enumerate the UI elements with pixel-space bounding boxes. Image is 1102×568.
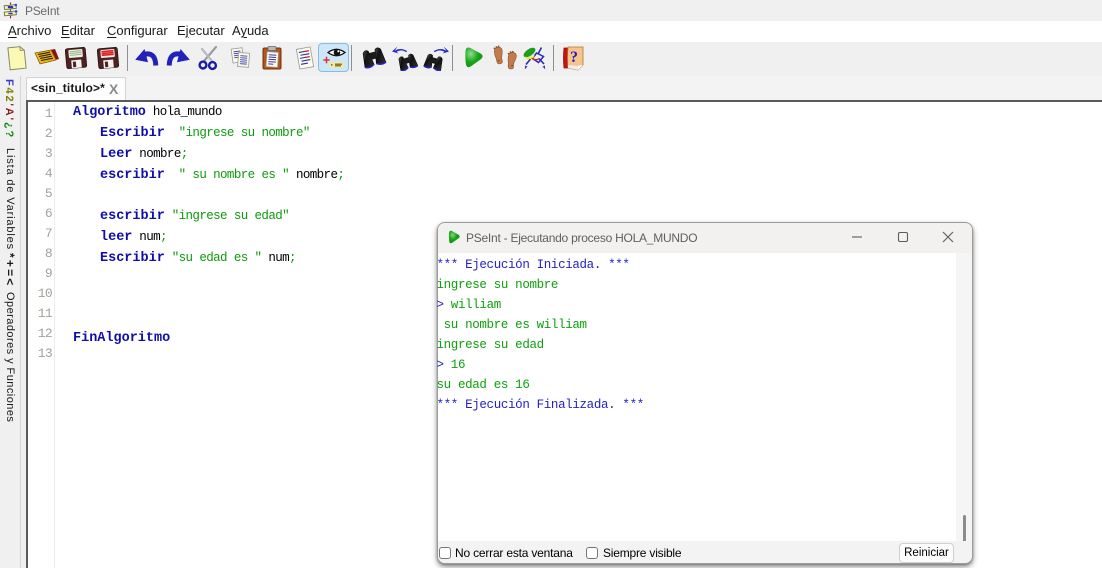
svg-text:?: ? xyxy=(570,49,578,66)
